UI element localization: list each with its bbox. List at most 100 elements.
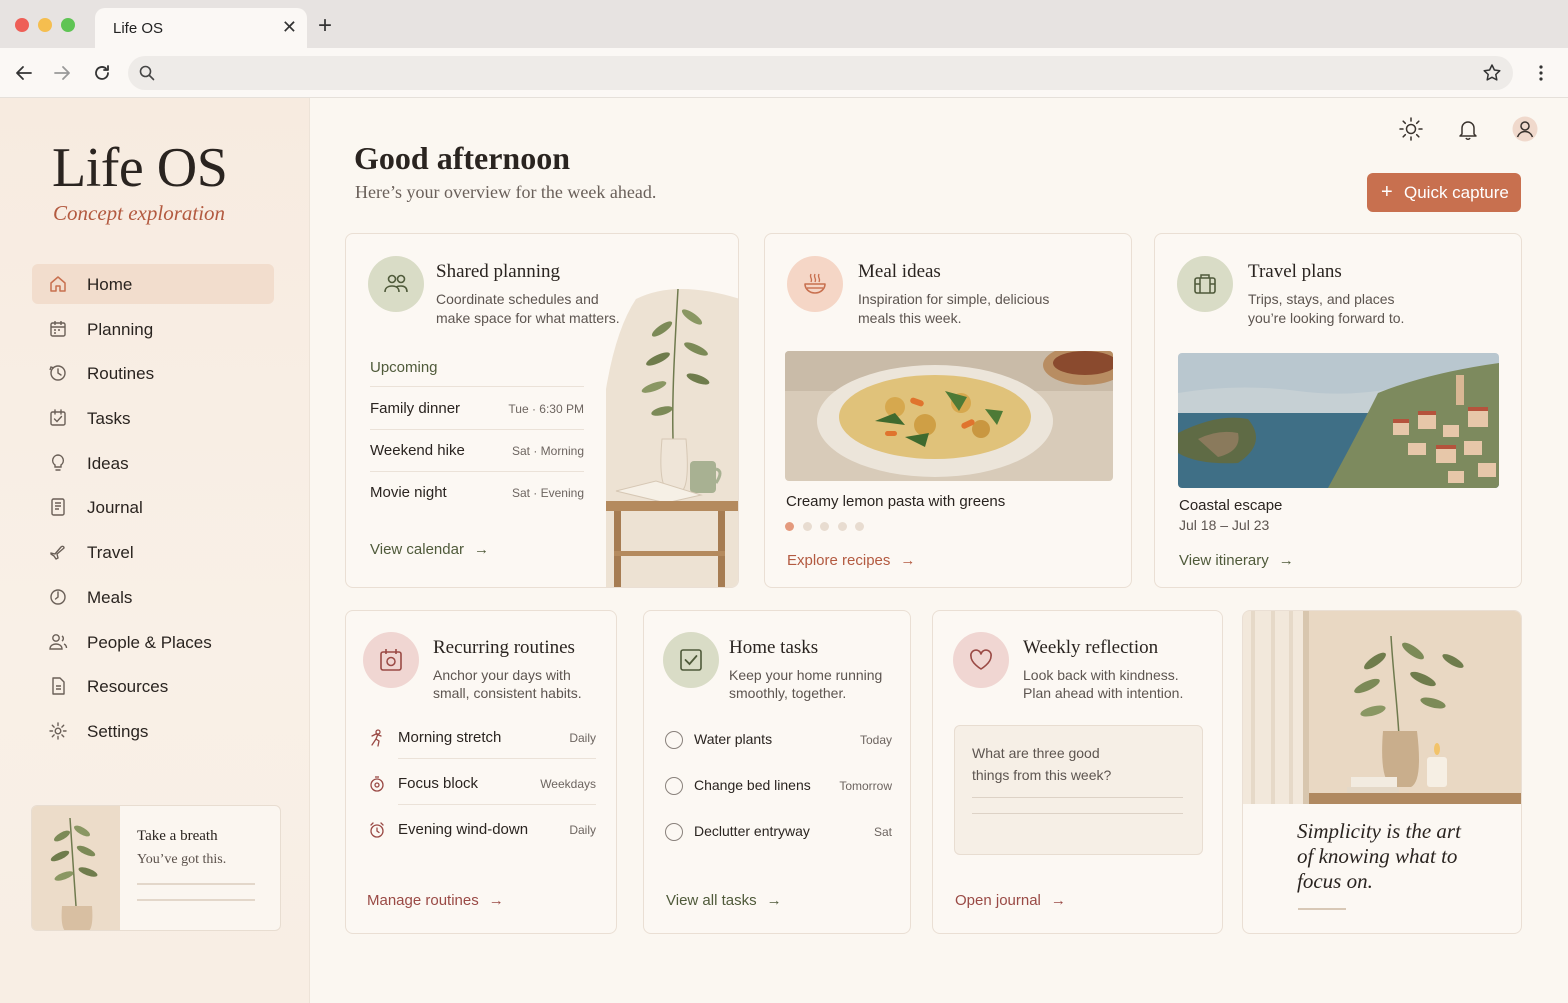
task-name: Declutter entryway [694,823,810,839]
sidebar-item-label: Settings [87,721,149,741]
routine-name: Focus block [398,775,479,792]
clock-icon [50,589,66,605]
carousel-dot[interactable] [838,522,847,531]
browser-tab-bar: Life OS ✕ + [0,0,1568,48]
view-all-tasks-link[interactable]: View all tasks → [666,892,782,909]
sidebar-item-home[interactable]: Home [32,264,274,304]
divider [137,883,255,885]
sun-theme-icon[interactable] [1398,116,1424,142]
task-row[interactable]: Declutter entryway Sat [694,811,892,853]
quick-capture-button[interactable]: + Quick capture [1367,173,1521,212]
upcoming-heading: Upcoming [370,359,438,376]
avatar[interactable] [1512,116,1538,142]
carousel-dot[interactable] [855,522,864,531]
sidebar-item-tasks[interactable]: Tasks [32,398,274,438]
view-itinerary-link[interactable]: View itinerary → [1179,552,1294,569]
open-journal-link[interactable]: Open journal → [955,892,1066,909]
minimize-window-button[interactable] [38,18,52,32]
quote-line: of knowing what to [1297,844,1458,868]
manage-routines-link[interactable]: Manage routines → [367,892,504,909]
sidebar-item-settings[interactable]: Settings [32,711,274,751]
sidebar-item-label: Planning [87,319,154,339]
sidebar-item-resources[interactable]: Resources [32,666,274,706]
card-title: Shared planning [436,261,561,282]
forward-arrow-icon[interactable] [51,62,73,84]
plant-illustration [32,806,120,930]
sidebar-item-meals[interactable]: Meals [32,577,274,617]
reload-icon[interactable] [91,62,113,84]
wind-down-icon [370,822,384,838]
home-tasks-badge [663,632,719,688]
event-row[interactable]: Movie night Sat · Evening [370,472,584,514]
search-icon [139,65,155,81]
close-window-button[interactable] [15,18,29,32]
routine-row[interactable]: Focus block Weekdays [398,763,596,805]
travel-plans-card: Travel plans Trips, stays, and places yo… [1154,233,1522,588]
view-calendar-link[interactable]: View calendar → [370,541,489,558]
task-checkbox[interactable] [665,777,683,795]
sidebar-item-routines[interactable]: Routines [32,353,274,393]
task-due: Today [859,733,892,747]
sidebar-item-planning[interactable]: Planning [32,309,274,349]
divider [137,899,255,901]
arrow-right-icon: → [766,892,782,909]
quick-capture-label: Quick capture [1404,183,1509,202]
card-description: Anchor your days with [433,667,571,683]
carousel-dot[interactable] [803,522,812,531]
event-row[interactable]: Weekend hike Sat · Morning [370,430,584,472]
sidebar-item-label: Home [87,275,133,294]
back-arrow-icon[interactable] [13,62,35,84]
reflection-prompt-box[interactable]: What are three good things from this wee… [954,725,1203,855]
sidebar-item-people-places[interactable]: People & Places [32,622,274,662]
task-checkbox[interactable] [665,731,683,749]
bell-notification-icon[interactable] [1455,116,1481,142]
tab-close-icon[interactable]: ✕ [282,17,297,37]
card-description: Trips, stays, and places [1248,291,1395,307]
document-icon [52,677,65,695]
link-label: View calendar [370,541,464,558]
browser-menu-icon[interactable] [1530,62,1552,84]
breath-title: Take a breath [137,828,218,844]
brand-title: Life OS [52,137,228,199]
heart-icon [970,649,992,670]
sidebar-item-travel[interactable]: Travel [32,532,274,572]
routine-frequency: Daily [569,823,596,837]
task-row[interactable]: Change bed linens Tomorrow [694,765,892,807]
sidebar-item-label: Routines [87,364,155,384]
event-row[interactable]: Family dinner Tue · 6:30 PM [370,388,584,430]
sidebar-item-label: Journal [87,498,143,518]
stretch-icon [371,729,382,747]
task-row[interactable]: Water plants Today [694,719,892,761]
home-icon [50,276,66,292]
task-checkbox[interactable] [665,823,683,841]
task-name: Water plants [694,731,773,747]
carousel-dot[interactable] [820,522,829,531]
quote-line: Simplicity is the art [1297,819,1461,843]
home-tasks-card: Home tasks Keep your home running smooth… [643,610,911,934]
maximize-window-button[interactable] [61,18,75,32]
event-name: Weekend hike [370,442,465,459]
routine-row[interactable]: Evening wind-down Daily [398,809,596,851]
bookmark-star-icon[interactable] [1481,62,1503,84]
routine-row[interactable]: Morning stretch Daily [398,717,596,759]
task-due: Tomorrow [839,779,892,793]
journal-icon [51,498,65,517]
recipe-caption: Creamy lemon pasta with greens [786,493,1006,510]
sidebar-item-label: Ideas [87,453,129,473]
task-due: Sat [873,825,892,839]
trip-name: Coastal escape [1179,497,1283,514]
sidebar-item-journal[interactable]: Journal [32,487,274,527]
lightbulb-icon [51,454,65,471]
page-subtitle: Here’s your overview for the week ahead. [355,182,657,202]
sidebar-item-ideas[interactable]: Ideas [32,443,274,483]
take-a-breath-card: Take a breath You’ve got this. [31,805,281,931]
sidebar-item-label: People & Places [87,632,212,652]
task-name: Change bed linens [694,777,811,793]
address-bar[interactable] [128,56,1513,90]
explore-recipes-link[interactable]: Explore recipes → [787,552,915,569]
new-tab-button[interactable]: + [318,14,332,38]
meal-ideas-card: Meal ideas Inspiration for simple, delic… [764,233,1132,588]
browser-tab[interactable]: Life OS ✕ [95,8,307,48]
carousel-dot-active[interactable] [785,522,794,531]
sidebar: Life OS Concept exploration Home Plannin… [0,98,310,1003]
